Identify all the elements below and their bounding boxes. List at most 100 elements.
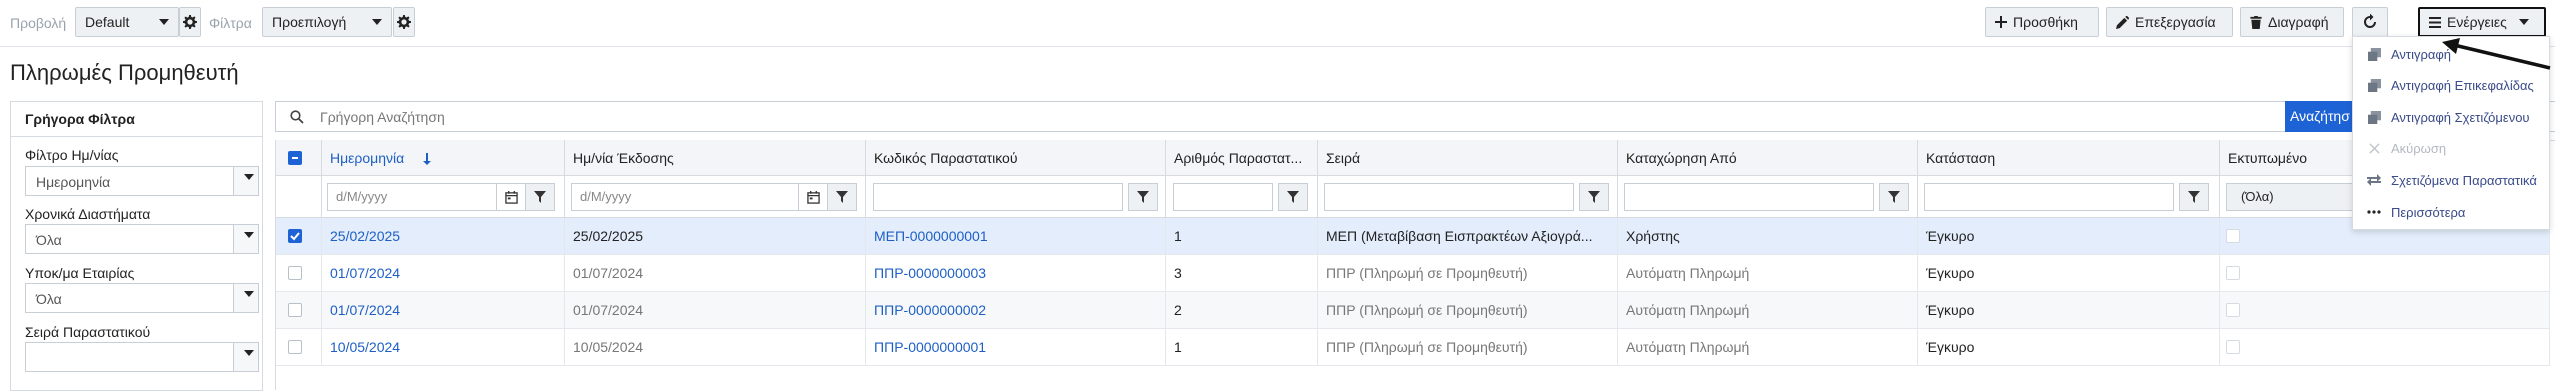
delete-button[interactable]: Διαγραφή [2240, 7, 2344, 37]
menu-item-related-documents[interactable]: Σχετιζόμενα Παραστατικά [2353, 165, 2549, 195]
calendar-icon [505, 190, 518, 204]
gear-icon [183, 15, 197, 29]
column-header-issue-date[interactable]: Ημ/νία Έκδοσης [565, 140, 866, 176]
dropdown-arrow [233, 225, 258, 253]
column-header-date-label: Ημερομηνία [330, 150, 405, 166]
menu-item-more[interactable]: Περισσότερα [2353, 197, 2549, 227]
status-filter-input[interactable] [1924, 183, 2174, 211]
row-checkbox[interactable] [288, 229, 302, 243]
add-button[interactable]: Προσθήκη [1985, 7, 2099, 37]
chevron-down-icon [244, 174, 254, 180]
row-select-cell [276, 329, 322, 366]
document-number-filter-button[interactable] [1278, 183, 1308, 211]
series-filter-input[interactable] [1324, 183, 1574, 211]
cell-code[interactable]: ΠΠΡ-0000000003 [866, 255, 1166, 292]
filter-cell-series [1318, 176, 1618, 218]
cell-created-by: Αυτόματη Πληρωμή [1618, 329, 1918, 366]
copy-icon [2367, 78, 2381, 92]
cell-code[interactable]: ΜΕΠ-0000000001 [866, 218, 1166, 255]
actions-button-label: Ενέργειες [2447, 14, 2507, 30]
row-checkbox[interactable] [288, 340, 302, 354]
document-code-filter-button[interactable] [1128, 183, 1158, 211]
chevron-down-icon [159, 19, 169, 25]
company-branch-label: Υποκ/μα Εταιρίας [25, 265, 135, 281]
cell-code[interactable]: ΠΠΡ-0000000002 [866, 292, 1166, 329]
cell-date[interactable]: 01/07/2024 [322, 292, 565, 329]
issue-date-filter-button[interactable] [827, 183, 857, 211]
view-settings-button[interactable] [179, 7, 201, 37]
column-header-created-by[interactable]: Καταχώρηση Από [1618, 140, 1918, 176]
refresh-button[interactable] [2352, 7, 2388, 37]
menu-item-copy-header-label: Αντιγραφή Επικεφαλίδας [2391, 77, 2534, 93]
filters-select[interactable]: Προεπιλογή [262, 7, 392, 37]
issue-date-picker-button[interactable] [799, 183, 829, 211]
company-branch-select[interactable]: Όλα [25, 283, 259, 313]
date-filter-button[interactable] [525, 183, 555, 211]
time-periods-label: Χρονικά Διαστήματα [25, 206, 151, 222]
document-code-filter-input[interactable] [873, 183, 1123, 211]
filter-icon [1588, 191, 1600, 203]
cell-status: Έγκυρο [1918, 292, 2220, 329]
menu-item-copy-header[interactable]: Αντιγραφή Επικεφαλίδας [2353, 70, 2549, 100]
row-checkbox[interactable] [288, 266, 302, 280]
dropdown-arrow [233, 284, 258, 312]
chevron-down-icon [372, 19, 382, 25]
filter-icon [1287, 191, 1299, 203]
document-number-filter-input[interactable] [1173, 183, 1273, 211]
column-header-series[interactable]: Σειρά [1318, 140, 1618, 176]
date-filter-value: Ημερομηνία [36, 174, 111, 190]
quick-filters-title: Γρήγορα Φίλτρα [11, 102, 262, 137]
cell-printed [2220, 292, 2550, 329]
cell-number: 2 [1166, 292, 1318, 329]
date-filter-input[interactable]: d/M/yyyy [327, 183, 497, 211]
search-button[interactable]: Αναζήτησ [2285, 101, 2355, 132]
document-series-label: Σειρά Παραστατικού [25, 324, 151, 340]
column-header-date[interactable]: Ημερομηνία [322, 140, 565, 176]
printed-checkbox [2226, 266, 2240, 280]
cell-series: ΠΠΡ (Πληρωμή σε Προμηθευτή) [1318, 292, 1618, 329]
cell-created-by: Αυτόματη Πληρωμή [1618, 255, 1918, 292]
dropdown-arrow [233, 343, 258, 371]
created-by-filter-input[interactable] [1624, 183, 1874, 211]
created-by-filter-button[interactable] [1879, 183, 1909, 211]
status-filter-button[interactable] [2179, 183, 2209, 211]
cell-date[interactable]: 25/02/2025 [322, 218, 565, 255]
time-periods-value: Όλα [36, 232, 62, 248]
time-periods-select[interactable]: Όλα [25, 224, 259, 254]
menu-item-cancel: Ακύρωση [2353, 133, 2549, 163]
issue-date-filter-input[interactable]: d/M/yyyy [571, 183, 799, 211]
cell-date[interactable]: 01/07/2024 [322, 255, 565, 292]
edit-button[interactable]: Επεξεργασία [2106, 7, 2233, 37]
company-branch-value: Όλα [36, 291, 62, 307]
column-header-status[interactable]: Κατάσταση [1918, 140, 2220, 176]
date-filter-select[interactable]: Ημερομηνία [25, 166, 259, 196]
row-select-cell [276, 218, 322, 255]
more-icon [2367, 205, 2381, 219]
filter-icon [836, 191, 848, 203]
cell-series: ΜΕΠ (Μεταβίβαση Εισπρακτέων Αξιογρά... [1318, 218, 1618, 255]
delete-button-label: Διαγραφή [2268, 14, 2329, 30]
date-picker-button[interactable] [497, 183, 527, 211]
cell-created-by: Αυτόματη Πληρωμή [1618, 292, 1918, 329]
filter-cell-created-by [1618, 176, 1918, 218]
filters-settings-button[interactable] [393, 7, 415, 37]
pointer-arrow-icon [2442, 38, 2551, 70]
actions-button[interactable]: Ενέργειες [2418, 7, 2546, 37]
row-checkbox[interactable] [288, 303, 302, 317]
series-filter-button[interactable] [1579, 183, 1609, 211]
cell-date[interactable]: 10/05/2024 [322, 329, 565, 366]
menu-item-copy-related[interactable]: Αντιγραφή Σχετιζόμενου [2353, 102, 2549, 132]
cell-code[interactable]: ΠΠΡ-0000000001 [866, 329, 1166, 366]
cell-printed [2220, 329, 2550, 366]
copy-icon [2367, 110, 2381, 124]
column-header-document-code[interactable]: Κωδικός Παραστατικού [866, 140, 1166, 176]
quick-search-input[interactable]: Γρήγορη Αναζήτηση [275, 101, 2555, 132]
view-label: Προβολή [10, 15, 67, 31]
select-all-checkbox[interactable] [288, 151, 302, 165]
column-header-document-number[interactable]: Αριθμός Παραστατ... [1166, 140, 1318, 176]
view-select[interactable]: Default [75, 7, 179, 37]
menu-item-related-documents-label: Σχετιζόμενα Παραστατικά [2391, 172, 2537, 188]
menu-item-more-label: Περισσότερα [2391, 204, 2466, 220]
date-filter-label: Φίλτρο Ημ/νίας [25, 147, 119, 163]
document-series-select[interactable] [25, 342, 259, 372]
